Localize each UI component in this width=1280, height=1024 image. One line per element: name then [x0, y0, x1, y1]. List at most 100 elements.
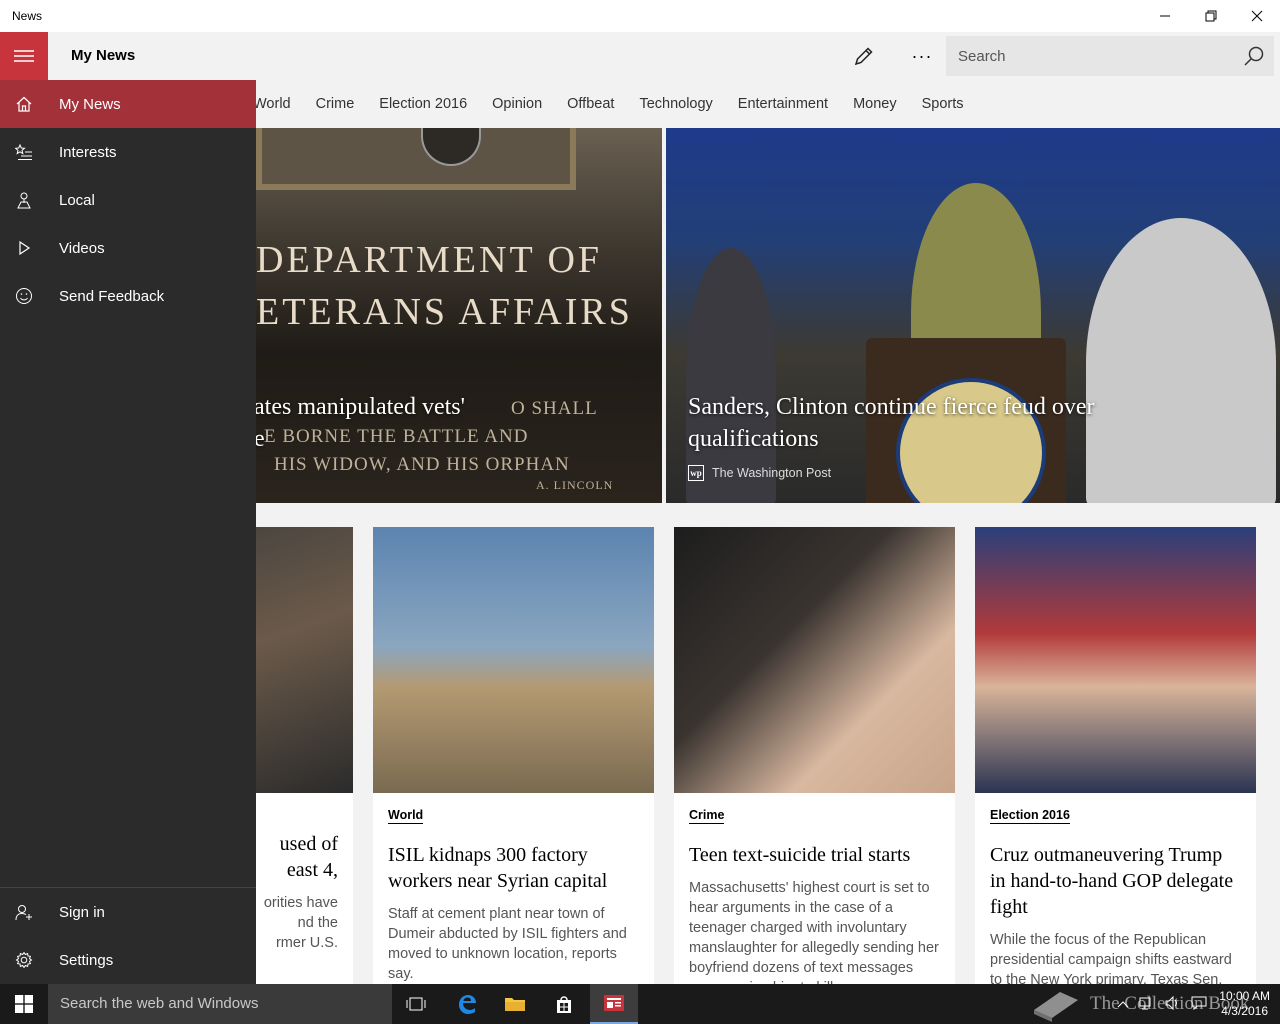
story-card-title: Teen text-suicide trial starts [689, 844, 911, 866]
category-tab-world[interactable]: World [253, 96, 291, 112]
story-card[interactable]: Crime Teen text-suicide trial starts Massa… [674, 527, 955, 984]
category-tab-offbeat[interactable]: Offbeat [567, 96, 614, 112]
file-explorer-button[interactable] [491, 984, 539, 1024]
nav-item-settings[interactable]: Settings [0, 936, 256, 984]
title-bar: News [0, 0, 1280, 32]
hero-headline-line: e [256, 426, 265, 452]
start-button[interactable] [0, 984, 48, 1024]
hamburger-button[interactable] [0, 32, 48, 80]
hamburger-icon [14, 50, 34, 62]
edge-button[interactable] [443, 984, 491, 1024]
story-card-category[interactable]: Crime [689, 807, 725, 824]
gear-icon [0, 951, 48, 969]
edit-button[interactable] [842, 36, 886, 76]
category-tab-entertainment[interactable]: Entertainment [738, 96, 828, 112]
restore-button[interactable] [1188, 0, 1234, 32]
category-tab-election-2016[interactable]: Election 2016 [379, 96, 467, 112]
story-card-title: ISIL kidnaps 300 factory workers near Sy… [388, 844, 608, 892]
close-icon [1251, 10, 1263, 22]
nav-item-label: Videos [59, 239, 105, 257]
nav-item-label: Send Feedback [59, 287, 165, 305]
hero-source-name: The Washington Post [712, 466, 832, 480]
story-card-image [975, 527, 1256, 793]
hero-image-text: HIS WIDOW, AND HIS ORPHAN [274, 454, 570, 475]
more-button[interactable]: ··· [900, 36, 944, 76]
story-card-title: used of east 4, [279, 833, 338, 881]
nav-item-label: Sign in [59, 903, 105, 921]
story-card-image [674, 527, 955, 793]
store-button[interactable] [540, 984, 588, 1024]
local-icon [0, 191, 48, 209]
hero-story-right[interactable]: Sanders, Clinton continue fierce feud ov… [666, 128, 1280, 503]
nav-item-label: Settings [59, 951, 114, 969]
nav-item-interests[interactable]: Interests [0, 128, 256, 176]
story-card[interactable]: used of east 4, orities have nd the rmer … [256, 527, 353, 984]
hero-headline: Sanders, Clinton continue fierce feud ov… [688, 394, 1095, 452]
hero-image-text: DEPARTMENT OF [256, 239, 603, 281]
news-app-button[interactable] [590, 984, 638, 1024]
task-view-button[interactable] [392, 984, 440, 1024]
story-card-summary: Massachusetts' highest court is set to h… [689, 880, 939, 984]
hero-headline: ates manipulated vets' e [256, 391, 662, 455]
category-tab-money[interactable]: Money [853, 96, 897, 112]
minimize-icon [1160, 15, 1170, 17]
star-list-icon [0, 143, 48, 161]
restore-icon [1205, 10, 1217, 22]
hero-story-left[interactable]: DEPARTMENT OF ETERANS AFFAIRS O SHALL E … [256, 128, 662, 503]
nav-item-label: My News [59, 95, 121, 113]
windows-logo-icon [15, 995, 33, 1013]
nav-list: My News Interests Local Videos Send Feedback [0, 80, 256, 320]
hero-image-text: ETERANS AFFAIRS [256, 291, 633, 333]
hero-image-plaque [256, 128, 576, 190]
washington-post-logo-icon: wp [688, 465, 704, 481]
hero-image-text: A. LINCOLN [536, 478, 614, 492]
news-icon [604, 995, 624, 1011]
story-card-summary: While the focus of the Republican presid… [990, 932, 1232, 984]
search-button[interactable] [1234, 36, 1274, 76]
story-card[interactable]: World ISIL kidnaps 300 factory workers ne… [373, 527, 654, 984]
window-title: News [12, 9, 43, 23]
nav-item-sign-in[interactable]: Sign in [0, 888, 256, 936]
page-title: My News [71, 47, 136, 64]
news-content: DEPARTMENT OF ETERANS AFFAIRS O SHALL E … [256, 128, 1280, 984]
hero-headline-line: ates manipulated vets' [256, 394, 465, 420]
edge-icon [459, 995, 476, 1014]
pencil-icon [854, 47, 873, 66]
nav-item-my-news[interactable]: My News [0, 80, 256, 128]
task-view-icon [406, 997, 426, 1011]
folder-icon [505, 998, 525, 1011]
navigation-drawer: My News Interests Local Videos Send Feedback… [0, 80, 256, 984]
category-tab-sports[interactable]: Sports [922, 96, 964, 112]
nav-item-label: Interests [59, 143, 117, 161]
smiley-icon [0, 287, 48, 305]
watermark: The Collection Book [1030, 984, 1249, 1024]
story-card-image [256, 527, 353, 793]
nav-item-videos[interactable]: Videos [0, 224, 256, 272]
story-card-category[interactable]: World [388, 807, 424, 824]
story-card-image [373, 527, 654, 793]
nav-bottom-list: Sign in Settings [0, 887, 256, 984]
store-icon [557, 996, 571, 1013]
nav-item-label: Local [59, 191, 95, 209]
taskbar-search[interactable]: Search the web and Windows [48, 984, 392, 1024]
category-tab-technology[interactable]: Technology [639, 96, 712, 112]
search-box [946, 36, 1274, 76]
category-tab-opinion[interactable]: Opinion [492, 96, 542, 112]
watermark-text: The Collection Book [1090, 993, 1250, 1014]
nav-item-send-feedback[interactable]: Send Feedback [0, 272, 256, 320]
story-card-title: Cruz outmaneuvering Trump in hand-to-han… [990, 844, 1234, 918]
play-icon [0, 239, 48, 257]
close-button[interactable] [1234, 0, 1280, 32]
story-card[interactable]: Election 2016 Cruz outmaneuvering Trump i… [975, 527, 1256, 984]
search-input[interactable] [946, 47, 1234, 65]
story-card-summary: Staff at cement plant near town of Dumei… [388, 906, 627, 982]
hero-image-figure [1086, 218, 1276, 503]
home-icon [0, 95, 48, 113]
minimize-button[interactable] [1142, 0, 1188, 32]
story-card-summary: orities have nd the rmer U.S. [263, 895, 338, 951]
category-tab-crime[interactable]: Crime [316, 96, 355, 112]
nav-item-local[interactable]: Local [0, 176, 256, 224]
hero-source: wp The Washington Post [688, 465, 831, 481]
story-card-category[interactable]: Election 2016 [990, 807, 1070, 824]
category-bar: World Crime Election 2016 Opinion Offbeat Tec… [253, 80, 1280, 128]
